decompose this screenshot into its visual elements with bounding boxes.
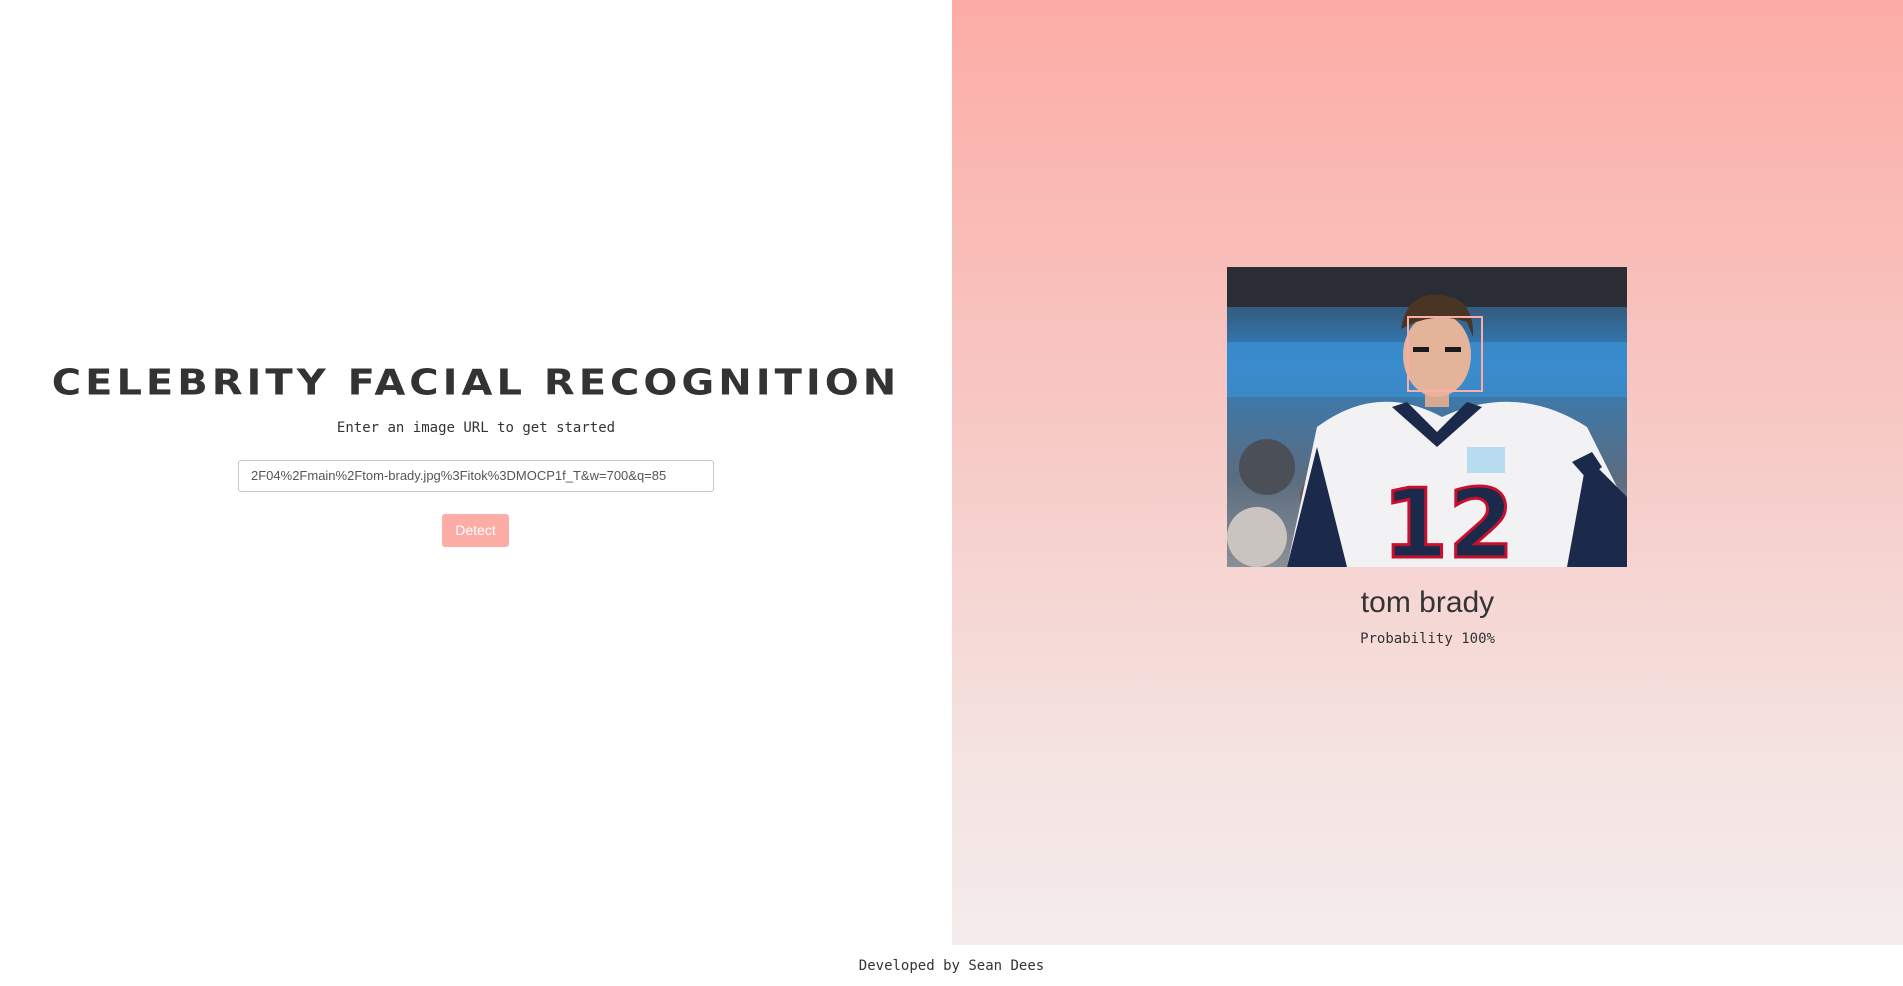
footer-credit: Developed by Sean Dees <box>858 958 1045 974</box>
probability-label: Probability <box>1360 631 1453 647</box>
page-title: CELEBRITY FACIAL RECOGNITION <box>51 362 901 404</box>
image-url-input[interactable]: 2F04%2Fmain%2Ftom-brady.jpg%3Fitok%3DMOC… <box>238 460 714 492</box>
face-bounding-box <box>1407 316 1483 392</box>
page-subtitle: Enter an image URL to get started <box>336 420 616 436</box>
celebrity-name: tom brady <box>1360 586 1495 619</box>
probability-text: Probability 100% <box>952 631 1903 647</box>
photo-illustration: 12 <box>1227 267 1627 567</box>
probability-value: 100% <box>1461 631 1495 647</box>
detect-button[interactable]: Detect <box>442 514 509 547</box>
svg-text:12: 12 <box>1382 470 1514 567</box>
detected-image: 12 <box>1227 267 1627 567</box>
